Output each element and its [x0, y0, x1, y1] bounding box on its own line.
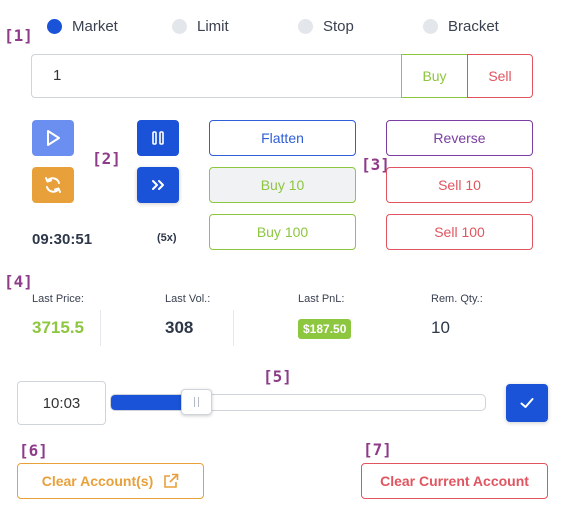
clear-current-account-button[interactable]: Clear Current Account	[361, 463, 548, 499]
last-price-label: Last Price:	[32, 293, 84, 305]
playback-slider-handle[interactable]	[181, 389, 212, 415]
flatten-button[interactable]: Flatten	[209, 120, 356, 156]
speed-indicator: (5x)	[157, 232, 177, 244]
order-type-market[interactable]: Market	[47, 18, 118, 35]
clear-accounts-button[interactable]: Clear Account(s)	[17, 463, 204, 499]
radio-unselected-icon	[298, 19, 313, 34]
buy-button[interactable]: Buy	[401, 54, 468, 98]
playback-slider-fill	[111, 395, 182, 410]
last-price-value: 3715.5	[32, 318, 84, 337]
external-link-icon	[164, 473, 179, 488]
buy-100-button[interactable]: Buy 100	[209, 214, 356, 250]
order-type-label: Stop	[323, 18, 354, 35]
order-type-bracket[interactable]: Bracket	[423, 18, 499, 35]
pause-icon	[152, 131, 164, 145]
stats-divider	[100, 310, 101, 346]
section-tag-1: [1]	[4, 26, 33, 45]
last-vol-value: 308	[165, 318, 194, 337]
confirm-time-button[interactable]	[506, 384, 548, 422]
last-vol-label: Last Vol.:	[165, 293, 211, 305]
playback-slider-track[interactable]	[110, 394, 486, 411]
buy-10-button[interactable]: Buy 10	[209, 167, 356, 203]
refresh-icon	[45, 177, 61, 193]
section-tag-2: [2]	[92, 149, 121, 168]
time-input[interactable]: 10:03	[17, 381, 106, 425]
reset-button[interactable]	[32, 167, 74, 203]
section-tag-7: [7]	[363, 440, 392, 459]
fast-forward-button[interactable]	[137, 167, 179, 203]
radio-unselected-icon	[423, 19, 438, 34]
quantity-input[interactable]: 1	[31, 54, 401, 98]
play-button[interactable]	[32, 120, 74, 156]
reverse-button[interactable]: Reverse	[386, 120, 533, 156]
stats-divider	[233, 310, 234, 346]
last-pnl-badge: $187.50	[298, 319, 352, 339]
last-pnl-label: Last PnL:	[298, 293, 345, 305]
radio-unselected-icon	[172, 19, 187, 34]
pause-button[interactable]	[137, 120, 179, 156]
radio-selected-icon	[47, 19, 62, 34]
order-type-label: Limit	[197, 18, 229, 35]
order-type-label: Bracket	[448, 18, 499, 35]
fast-forward-icon	[152, 180, 164, 190]
order-type-limit[interactable]: Limit	[172, 18, 229, 35]
clear-accounts-label: Clear Account(s)	[41, 473, 154, 489]
sell-button[interactable]: Sell	[467, 54, 533, 98]
section-tag-4: [4]	[4, 272, 33, 291]
section-tag-6: [6]	[19, 441, 48, 460]
rem-qty-value: 10	[431, 318, 450, 337]
section-tag-5: [5]	[263, 367, 292, 386]
sell-10-button[interactable]: Sell 10	[386, 167, 533, 203]
check-icon	[520, 398, 534, 408]
rem-qty-label: Rem. Qty.:	[431, 293, 483, 305]
sell-100-button[interactable]: Sell 100	[386, 214, 533, 250]
order-type-stop[interactable]: Stop	[298, 18, 354, 35]
clock-display: 09:30:51	[32, 231, 93, 248]
order-type-label: Market	[72, 18, 118, 35]
play-icon	[47, 130, 60, 146]
